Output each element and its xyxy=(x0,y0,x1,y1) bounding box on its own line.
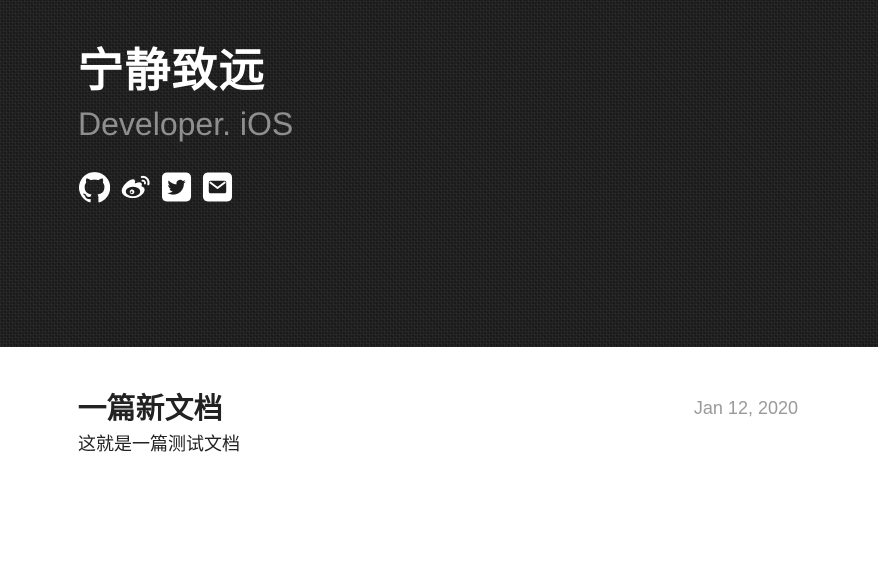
post-list: 一篇新文档 Jan 12, 2020 这就是一篇测试文档 xyxy=(0,347,878,564)
site-header: 宁静致远 Developer. iOS xyxy=(0,0,878,347)
site-subtitle: Developer. iOS xyxy=(78,106,294,142)
github-icon xyxy=(79,172,110,203)
weibo-link[interactable] xyxy=(120,171,151,203)
email-link[interactable] xyxy=(202,171,233,203)
post-excerpt: 这就是一篇测试文档 xyxy=(78,434,240,455)
site-title: 宁静致远 xyxy=(78,43,266,97)
weibo-icon xyxy=(121,175,150,199)
twitter-icon xyxy=(161,172,192,202)
post-title-link[interactable]: 一篇新文档 xyxy=(78,389,223,427)
post-date: Jan 12, 2020 xyxy=(693,398,798,418)
email-icon xyxy=(202,172,233,202)
github-link[interactable] xyxy=(79,171,110,203)
twitter-link[interactable] xyxy=(161,171,192,203)
social-links xyxy=(79,171,233,203)
